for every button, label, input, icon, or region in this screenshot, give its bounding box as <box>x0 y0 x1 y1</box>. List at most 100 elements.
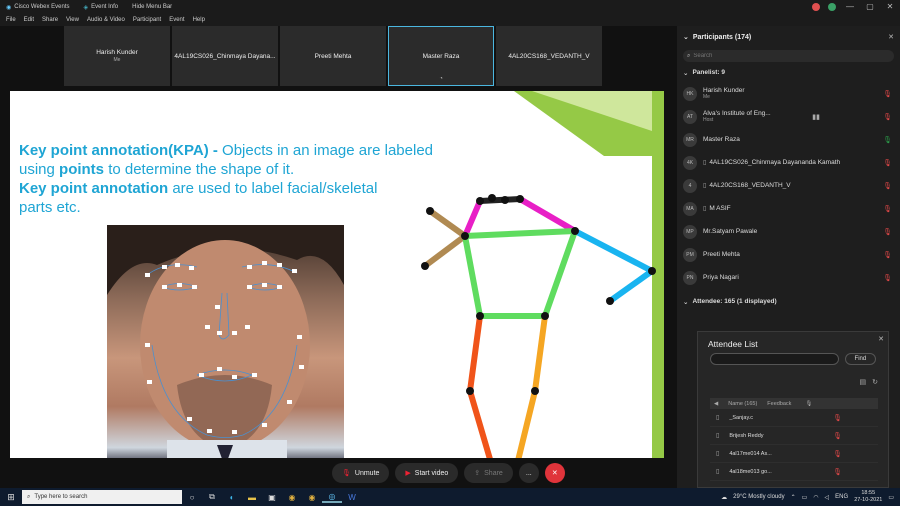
video-tile[interactable]: Preeti Mehta <box>280 26 386 86</box>
phone-icon: ▯ <box>703 160 707 166</box>
cortana-icon[interactable]: ○ <box>182 493 202 502</box>
network-icon[interactable]: ▭ <box>802 494 808 501</box>
windows-start-icon[interactable]: ⊞ <box>0 492 22 503</box>
mic-muted-icon[interactable]: 🎙︎ <box>833 432 842 440</box>
participant-search[interactable]: ⌕ <box>683 50 894 62</box>
notification-icon[interactable] <box>812 3 820 11</box>
file-explorer-icon[interactable]: ▬ <box>242 493 262 502</box>
attendee-row[interactable]: ▯ _Sanjay.c 🎙︎ <box>710 409 878 427</box>
mic-muted-icon[interactable]: 🎙︎ <box>883 113 892 121</box>
video-tile[interactable]: 4AL19CS026_Chinmaya Dayana... <box>172 26 278 86</box>
panelist-group-header[interactable]: ⌄ Panelist: 9 <box>677 64 900 82</box>
attendee-row[interactable]: ▯ 4al18me013 go... 🎙︎ <box>710 463 878 481</box>
mic-muted-icon[interactable]: 🎙︎ <box>883 205 892 213</box>
video-tile[interactable]: 4AL20CS168_VEDANTH_V <box>496 26 602 86</box>
search-input[interactable] <box>693 53 874 59</box>
menu-edit[interactable]: Edit <box>24 17 34 23</box>
avatar: PN <box>683 270 697 285</box>
more-options-button[interactable]: ... <box>518 463 539 483</box>
menu-bar: File Edit Share View Audio & Video Parti… <box>0 14 900 26</box>
mic-muted-icon[interactable]: 🎙︎ <box>883 274 892 282</box>
word-icon[interactable]: W <box>342 493 362 502</box>
video-tile[interactable]: Harish Kunder Me <box>64 26 170 86</box>
avatar: AT <box>683 109 697 124</box>
participant-row[interactable]: PN Priya Nagari 🎙︎ <box>677 266 900 289</box>
participant-row[interactable]: MA ▯ M ASIF 🎙︎ <box>677 197 900 220</box>
weather-icon[interactable]: ☁ <box>721 494 727 501</box>
video-off-icon: ▶ <box>405 470 411 477</box>
menu-file[interactable]: File <box>6 17 16 23</box>
menu-help[interactable]: Help <box>193 17 205 23</box>
mic-muted-icon[interactable]: 🎙︎ <box>883 182 892 190</box>
phone-icon: ▯ <box>716 451 720 457</box>
menu-share[interactable]: Share <box>42 17 58 23</box>
chrome-icon[interactable]: ◉ <box>282 493 302 502</box>
task-view-icon[interactable]: ⧉ <box>202 492 222 502</box>
sort-icon[interactable]: ▤ <box>860 378 867 386</box>
participant-row[interactable]: 4K ▯ 4AL19CS026_Chinmaya Dayananda Kamat… <box>677 151 900 174</box>
window-controls: — ▢ ✕ <box>812 1 896 13</box>
participant-row[interactable]: MP Mr.Satyam Pawale 🎙︎ <box>677 220 900 243</box>
mic-muted-icon[interactable]: 🎙︎ <box>883 228 892 236</box>
store-icon[interactable]: ▣ <box>262 493 282 502</box>
attendee-row[interactable]: ▯ Brijesh Reddy 🎙︎ <box>710 427 878 445</box>
find-button[interactable]: Find <box>844 353 876 365</box>
wifi-icon[interactable]: ◠ <box>813 494 818 501</box>
chrome-icon[interactable]: ◉ <box>302 493 322 502</box>
menu-event[interactable]: Event <box>169 17 184 23</box>
refresh-icon[interactable]: ↻ <box>872 378 878 386</box>
avatar: 4 <box>683 178 697 193</box>
close-window-button[interactable]: ✕ <box>884 1 896 13</box>
video-tile-active-speaker[interactable]: Master Raza ◔ <box>388 26 494 86</box>
participant-row[interactable]: AT Alva's Institute of Eng... Host ▮▮ 🎙︎ <box>677 105 900 128</box>
participant-row[interactable]: 4 ▯ 4AL20CS168_VEDANTH_V 🎙︎ <box>677 174 900 197</box>
participant-row[interactable]: PM Preeti Mehta 🎙︎ <box>677 243 900 266</box>
mic-muted-icon[interactable]: 🎙︎ <box>883 251 892 259</box>
minimize-button[interactable]: — <box>844 1 856 13</box>
shared-slide: Key point annotation(KPA) - Objects in a… <box>10 91 664 458</box>
clock[interactable]: 18:55 27-10-2021 <box>854 490 882 504</box>
language-icon[interactable]: ENG <box>835 494 848 500</box>
maximize-button[interactable]: ▢ <box>864 1 876 13</box>
participant-row[interactable]: MR Master Raza 🎙︎ <box>677 128 900 151</box>
webex-icon[interactable]: ◎ <box>322 492 342 503</box>
speaker-icon: ◀ <box>714 400 719 407</box>
menu-audio-video[interactable]: Audio & Video <box>87 17 125 23</box>
tray-overflow-icon[interactable]: ⌃ <box>791 494 796 501</box>
avatar: 4K <box>683 155 697 170</box>
unmute-button[interactable]: 🎙︎ Unmute <box>332 463 390 483</box>
avatar: MA <box>683 201 697 216</box>
status-icon[interactable] <box>828 3 836 11</box>
mic-on-icon[interactable]: 🎙︎ <box>883 136 892 144</box>
participant-row[interactable]: HK Harish Kunder Me 🎙︎ <box>677 82 900 105</box>
volume-icon[interactable]: ◁ <box>825 494 830 501</box>
phone-icon: ▯ <box>716 415 720 421</box>
audio-level-icon: ▮▮ <box>812 113 820 121</box>
mic-muted-icon[interactable]: 🎙︎ <box>833 468 842 476</box>
mic-muted-icon[interactable]: 🎙︎ <box>833 414 842 422</box>
event-info-button[interactable]: ◈ Event Info <box>84 4 119 11</box>
column-feedback[interactable]: Feedback <box>767 401 791 407</box>
close-icon[interactable]: ✕ <box>888 33 894 41</box>
start-video-button[interactable]: ▶ Start video <box>395 463 459 483</box>
menu-view[interactable]: View <box>66 17 79 23</box>
leave-meeting-button[interactable]: ✕ <box>544 463 565 483</box>
column-name[interactable]: Name (165) <box>728 401 757 407</box>
edge-icon[interactable]: ◐ <box>222 493 242 502</box>
mic-muted-icon[interactable]: 🎙︎ <box>883 90 892 98</box>
attendee-group-header[interactable]: ⌄ Attendee: 165 (1 displayed) <box>677 293 900 311</box>
mic-muted-icon[interactable]: 🎙︎ <box>833 450 842 458</box>
participants-header[interactable]: ⌄ Participants (174) ✕ <box>677 26 900 48</box>
hide-menu-bar-button[interactable]: Hide Menu Bar <box>132 4 172 10</box>
taskbar-search[interactable]: ⌕ Type here to search <box>22 490 182 504</box>
weather-text[interactable]: 29°C Mostly cloudy <box>733 494 784 500</box>
notifications-icon[interactable]: ▭ <box>888 494 894 501</box>
mic-muted-icon[interactable]: 🎙︎ <box>883 159 892 167</box>
attendee-row[interactable]: ▯ 4al17me014 As... 🎙︎ <box>710 445 878 463</box>
phone-icon: ▯ <box>703 183 707 189</box>
close-icon[interactable]: ✕ <box>878 335 884 343</box>
share-button[interactable]: ⇪ Share <box>464 463 513 483</box>
attendee-search-input[interactable] <box>710 353 839 365</box>
menu-participant[interactable]: Participant <box>133 17 161 23</box>
video-tiles: Harish Kunder Me 4AL19CS026_Chinmaya Day… <box>64 26 602 86</box>
